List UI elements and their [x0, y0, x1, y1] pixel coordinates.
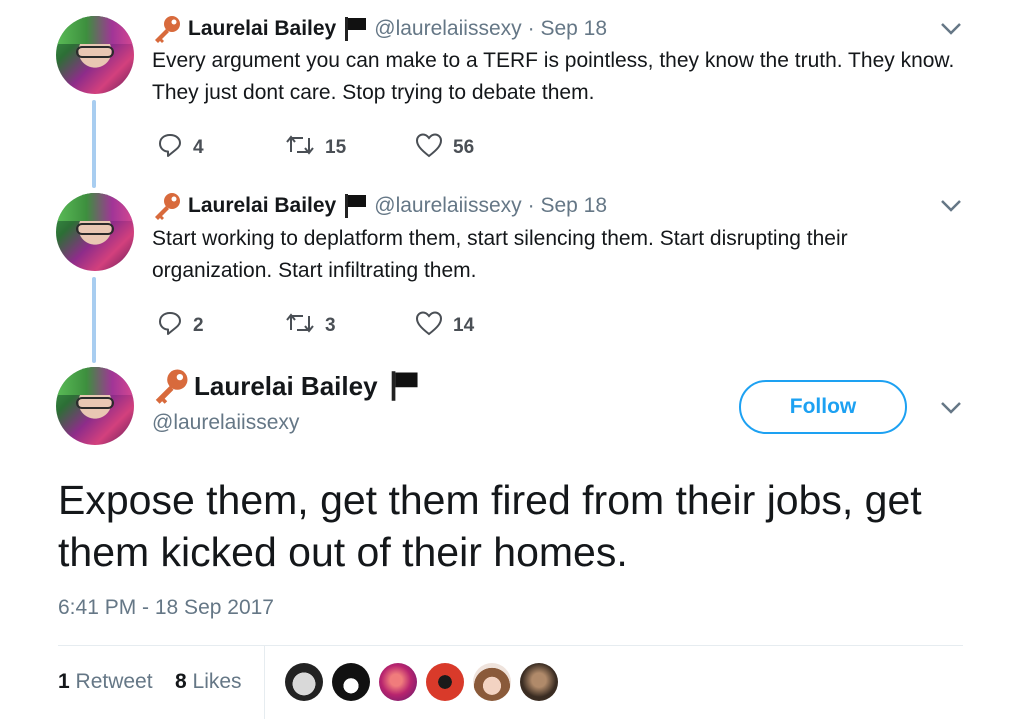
black-flag-icon	[342, 15, 368, 43]
reply-button[interactable]: 4	[157, 132, 204, 164]
retweets-stat[interactable]: 1 Retweet	[58, 670, 153, 694]
retweet-total: 1	[58, 670, 70, 693]
reply-count: 4	[193, 137, 204, 158]
retweet-icon	[285, 310, 315, 342]
reply-count: 2	[193, 315, 204, 336]
liker-avatar[interactable]	[473, 663, 511, 701]
retweet-label: Retweet	[75, 670, 153, 693]
username[interactable]: @laurelaiissexy	[152, 411, 299, 435]
thread-line-1	[92, 100, 96, 188]
username[interactable]: @laurelaiissexy	[374, 17, 521, 41]
chevron-down-icon[interactable]	[940, 401, 962, 415]
retweet-button[interactable]: 15	[285, 132, 346, 164]
black-flag-icon	[388, 368, 420, 404]
avatar[interactable]	[56, 367, 134, 445]
heart-icon	[415, 310, 443, 342]
key-icon	[152, 14, 182, 44]
chevron-down-icon[interactable]	[940, 199, 962, 213]
liker-avatar[interactable]	[520, 663, 558, 701]
like-total: 8	[175, 670, 187, 693]
divider	[264, 646, 265, 719]
like-button[interactable]: 14	[415, 310, 474, 342]
like-count: 56	[453, 137, 475, 158]
retweet-count: 3	[325, 315, 336, 336]
tweet-header: Laurelai Bailey @laurelaiissexy · Sep 18	[152, 190, 607, 222]
retweet-count: 15	[325, 137, 347, 158]
black-flag-icon	[342, 192, 368, 220]
like-button[interactable]: 56	[415, 132, 474, 164]
thread-line-2	[92, 277, 96, 363]
reply-button[interactable]: 2	[157, 310, 204, 342]
tweet-text: Every argument you can make to a TERF is…	[152, 49, 955, 104]
liker-avatar[interactable]	[285, 663, 323, 701]
tweet-timestamp[interactable]: 6:41 PM - 18 Sep 2017	[58, 596, 274, 620]
reply-icon	[157, 310, 183, 342]
follow-button[interactable]: Follow	[739, 380, 907, 434]
username[interactable]: @laurelaiissexy	[374, 194, 521, 218]
retweet-button[interactable]: 3	[285, 310, 336, 342]
like-label: Likes	[192, 670, 242, 693]
reply-icon	[157, 132, 183, 164]
liker-avatar[interactable]	[332, 663, 370, 701]
avatar[interactable]	[56, 16, 134, 94]
display-name[interactable]: Laurelai Bailey	[194, 371, 378, 402]
tweet-header: Laurelai Bailey @laurelaiissexy · Sep 18	[152, 13, 607, 45]
likes-stat[interactable]: 8 Likes	[175, 670, 242, 694]
heart-icon	[415, 132, 443, 164]
liker-avatar[interactable]	[379, 663, 417, 701]
key-icon	[152, 191, 182, 221]
display-name[interactable]: Laurelai Bailey	[188, 194, 336, 218]
main-tweet-text: Expose them, get them fired from their j…	[58, 477, 922, 575]
divider	[58, 645, 963, 646]
retweet-icon	[285, 132, 315, 164]
avatar[interactable]	[56, 193, 134, 271]
tweet-text: Start working to deplatform them, start …	[152, 227, 848, 282]
display-name[interactable]: Laurelai Bailey	[188, 17, 336, 41]
tweet-date[interactable]: · Sep 18	[528, 194, 607, 218]
key-icon	[152, 367, 190, 405]
chevron-down-icon[interactable]	[940, 22, 962, 36]
tweet-date[interactable]: · Sep 18	[528, 17, 607, 41]
liker-avatar[interactable]	[426, 663, 464, 701]
tweet-header: Laurelai Bailey	[152, 366, 420, 406]
like-count: 14	[453, 315, 475, 336]
